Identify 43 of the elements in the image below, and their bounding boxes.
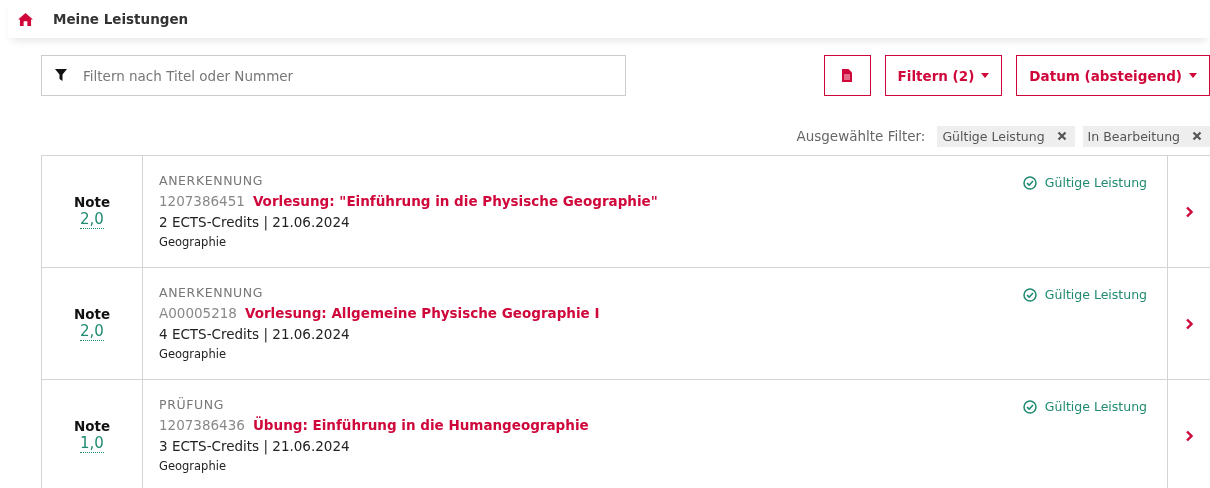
filter-label: Ausgewählte Filter:	[796, 128, 926, 144]
status-text: Gültige Leistung	[1044, 287, 1147, 302]
record-type: ANERKENNUNG	[159, 285, 265, 302]
record-type: PRÜFUNG	[159, 397, 225, 414]
subject: Geographie	[159, 235, 227, 251]
credits-date: 3 ECTS-Credits | 21.06.2024	[159, 438, 351, 457]
check-circle-icon	[1022, 400, 1037, 414]
document-icon	[842, 69, 853, 82]
filter-button[interactable]: Filtern (2)	[884, 55, 1003, 96]
subject: Geographie	[159, 459, 227, 475]
chevron-right-icon	[1185, 317, 1193, 330]
filter-tag[interactable]: Gültige Leistung	[937, 125, 1075, 147]
status-text: Gültige Leistung	[1044, 399, 1147, 414]
filter-icon	[55, 69, 67, 81]
close-icon	[1192, 131, 1202, 141]
grade-value: 2,0	[80, 210, 104, 229]
grade-label: Note	[73, 418, 111, 434]
record-title[interactable]: Vorlesung: "Einführung in die Physische Geographie"	[252, 193, 658, 214]
sort-button[interactable]: Datum (absteigend)	[1016, 55, 1210, 96]
grade-value: 2,0	[80, 322, 104, 341]
grade-value: 1,0	[80, 434, 104, 453]
check-circle-icon	[1022, 288, 1037, 302]
chevron-right-icon	[1185, 205, 1193, 218]
credits-date: 4 ECTS-Credits | 21.06.2024	[159, 326, 351, 345]
record-number: A00005218	[159, 305, 237, 323]
chevron-right-icon	[1185, 429, 1193, 442]
record-title[interactable]: Übung: Einführung in die Humangeographie	[252, 417, 589, 438]
record-type: ANERKENNUNG	[159, 173, 265, 190]
page-title: Meine Leistungen	[53, 11, 189, 27]
grade-label: Note	[73, 194, 111, 210]
record-title[interactable]: Vorlesung: Allgemeine Physische Geographie I	[244, 305, 600, 326]
record-number: 1207386436	[159, 417, 245, 435]
export-button[interactable]	[823, 55, 871, 96]
check-circle-icon	[1022, 176, 1037, 190]
home-icon[interactable]	[18, 12, 33, 26]
search-field[interactable]: Filtern nach Titel oder Nummer	[41, 55, 626, 96]
credits-date: 2 ECTS-Credits | 21.06.2024	[159, 214, 351, 233]
filter-tag[interactable]: In Bearbeitung	[1082, 125, 1210, 147]
grade-label: Note	[73, 306, 111, 322]
subject: Geographie	[159, 347, 227, 363]
close-icon	[1056, 131, 1067, 141]
record-number: 1207386451	[159, 193, 245, 211]
status-text: Gültige Leistung	[1044, 175, 1147, 190]
